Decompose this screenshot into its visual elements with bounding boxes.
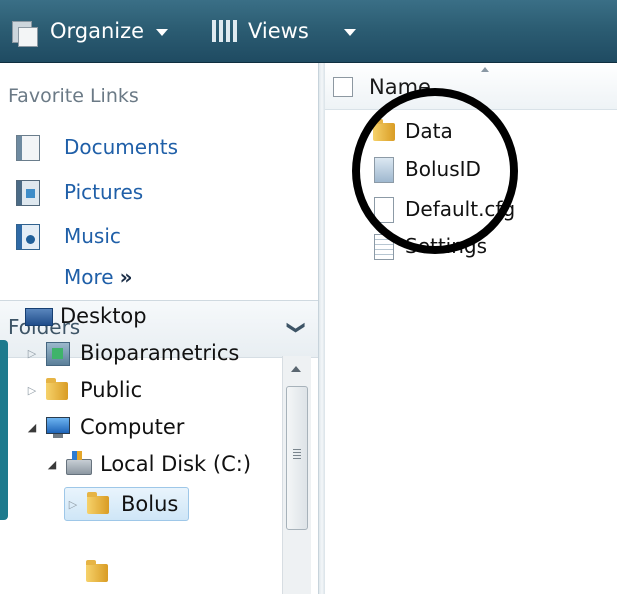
tree-scrollbar[interactable]	[282, 356, 311, 594]
favorite-link-music[interactable]: Music	[14, 220, 121, 252]
tree-expander[interactable]: ▷	[24, 347, 40, 360]
list-item-default-cfg[interactable]: Default.cfg	[371, 193, 515, 225]
music-icon	[14, 222, 42, 250]
more-favorites-link[interactable]: More»	[64, 265, 133, 289]
organize-button[interactable]: Organize	[10, 14, 169, 48]
favorite-link-pictures[interactable]: Pictures	[14, 176, 143, 208]
tree-item-label: Computer	[80, 415, 185, 439]
tree-expander[interactable]: ▷	[65, 498, 81, 511]
organize-label: Organize	[50, 19, 145, 43]
scroll-thumb[interactable]	[286, 386, 308, 530]
chevron-down-icon	[156, 29, 169, 36]
favorite-links-title: Favorite Links	[8, 85, 139, 107]
tree-item-label: Bioparametrics	[80, 341, 240, 365]
local-disk-icon	[64, 451, 92, 477]
documents-icon	[14, 133, 42, 161]
folder-icon	[85, 491, 113, 517]
tree-expander[interactable]: ◢	[44, 458, 60, 471]
grip-icon	[293, 449, 301, 461]
tree-item-public[interactable]: ▷ Public	[24, 374, 142, 406]
desktop-icon	[24, 303, 53, 329]
tree-item-desktop[interactable]: Desktop	[4, 300, 147, 332]
list-item-label: BolusID	[405, 157, 481, 181]
file-icon	[371, 196, 395, 223]
folder-icon	[84, 559, 112, 585]
list-item-label: Data	[405, 119, 453, 143]
tree-expander[interactable]: ▷	[24, 384, 40, 397]
command-toolbar: Organize Views	[0, 0, 617, 63]
chevron-down-icon[interactable]: ❯	[286, 320, 307, 335]
tree-item-computer[interactable]: ◢ Computer	[24, 411, 185, 443]
organize-icon	[10, 17, 40, 47]
tree-item-label: Local Disk (C:)	[100, 452, 252, 476]
computer-icon	[44, 414, 72, 440]
document-icon	[371, 233, 395, 260]
list-item-label: Settings	[405, 234, 488, 258]
favorite-link-label: Documents	[64, 135, 179, 159]
bioparametrics-icon	[44, 340, 72, 366]
views-icon	[210, 18, 238, 44]
list-item-bolusid[interactable]: BolusID	[371, 153, 481, 185]
chevron-down-icon	[344, 29, 356, 36]
list-item-settings[interactable]: Settings	[371, 230, 487, 262]
tree-item-bolus[interactable]: ▷ Bolus	[64, 487, 190, 521]
folder-icon	[371, 118, 395, 144]
favorite-link-label: Pictures	[64, 180, 144, 204]
explorer-window: Organize Views Favorite Links Documents …	[0, 0, 617, 594]
scroll-up-arrow-icon[interactable]	[291, 366, 301, 372]
list-item-data[interactable]: Data	[371, 115, 453, 147]
tree-item-partial[interactable]	[64, 556, 120, 588]
name-column-header[interactable]: Name	[369, 75, 431, 99]
tree-expander[interactable]: ◢	[24, 421, 40, 434]
tree-item-bioparametrics[interactable]: ▷ Bioparametrics	[24, 337, 239, 369]
folder-icon	[44, 377, 72, 403]
sort-ascending-icon	[481, 67, 489, 72]
views-label: Views	[248, 19, 309, 43]
favorite-link-documents[interactable]: Documents	[14, 131, 178, 163]
views-button[interactable]: Views	[210, 14, 309, 48]
window-edge-decoration	[0, 340, 8, 520]
double-chevron-icon: »	[119, 265, 133, 289]
document-icon	[371, 156, 395, 183]
tree-item-local-disk[interactable]: ◢ Local Disk (C:)	[44, 448, 251, 480]
file-list-pane: Name Data BolusID Default.cfg Settings	[325, 63, 617, 594]
pictures-icon	[14, 178, 42, 206]
favorite-link-label: Music	[64, 224, 121, 248]
tree-item-label: Public	[80, 378, 143, 402]
select-all-checkbox[interactable]	[333, 77, 353, 97]
tree-item-label: Bolus	[121, 492, 179, 516]
tree-item-label: Desktop	[60, 304, 147, 328]
column-header: Name	[325, 63, 617, 110]
views-dropdown-button[interactable]	[332, 14, 356, 48]
pane-splitter[interactable]	[318, 63, 325, 594]
more-label: More	[64, 265, 114, 289]
list-item-label: Default.cfg	[405, 197, 516, 221]
